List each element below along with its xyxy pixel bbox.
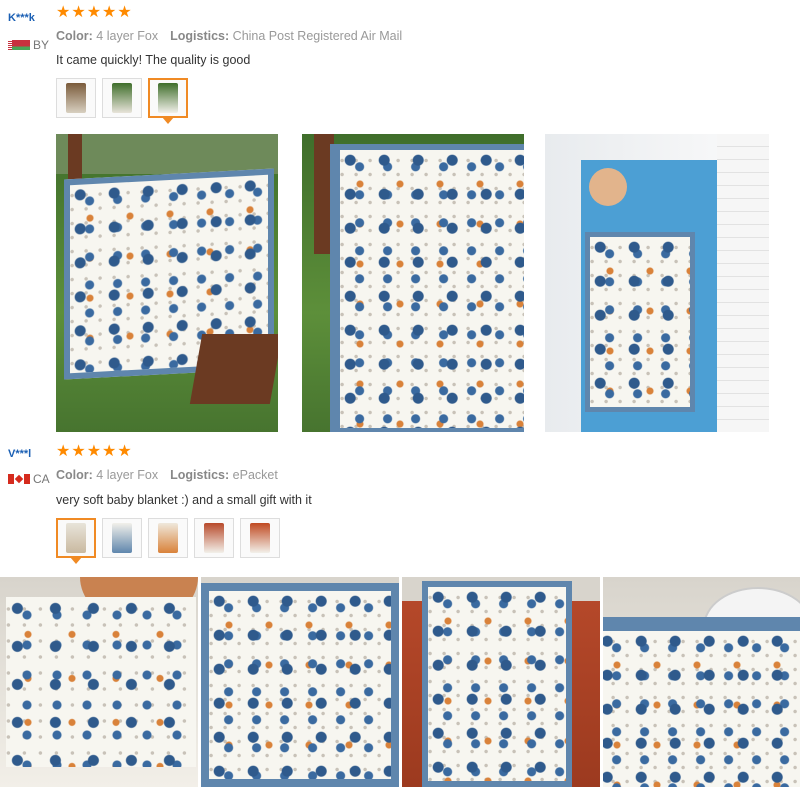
review-photos <box>0 134 800 432</box>
review-photo[interactable] <box>402 577 600 787</box>
country-code: BY <box>33 38 50 52</box>
review-photo[interactable] <box>545 134 769 432</box>
reviewer-country: BY <box>8 38 49 52</box>
star-rating: ★ ★ ★ ★ ★ <box>56 444 132 460</box>
thumbnail[interactable] <box>148 518 188 558</box>
review-photo[interactable] <box>302 134 524 432</box>
logistics-info: Logistics: China Post Registered Air Mai… <box>170 29 403 43</box>
review-comment: very soft baby blanket :) and a small gi… <box>56 493 312 507</box>
thumbnail[interactable] <box>102 518 142 558</box>
flag-by-icon <box>8 40 30 50</box>
star-icon: ★ <box>56 4 71 21</box>
reviewer-country: CA <box>8 472 50 486</box>
review-photo[interactable] <box>56 134 278 432</box>
reviewer-name[interactable]: K***k <box>8 12 35 24</box>
order-info: Color: 4 layer Fox Logistics: ePacket <box>56 468 278 482</box>
star-icon: ★ <box>86 4 102 21</box>
flag-ca-icon <box>8 474 30 484</box>
thumbnail[interactable] <box>102 78 142 118</box>
thumbnail-active[interactable] <box>148 78 188 124</box>
thumbnail-active[interactable] <box>56 518 96 564</box>
photo-thumbnails <box>56 78 188 124</box>
star-icon: ★ <box>71 443 86 460</box>
thumbnail[interactable] <box>56 78 96 118</box>
star-icon: ★ <box>71 4 86 21</box>
color-info: Color: 4 layer Fox <box>56 29 159 43</box>
thumbnail[interactable] <box>240 518 280 558</box>
review-photos <box>0 577 800 787</box>
review-photo[interactable] <box>0 577 198 787</box>
star-icon: ★ <box>117 4 132 21</box>
star-icon: ★ <box>102 443 117 460</box>
star-icon: ★ <box>102 4 117 21</box>
reviewer-name[interactable]: V***l <box>8 448 31 460</box>
thumbnail[interactable] <box>194 518 234 558</box>
color-info: Color: 4 layer Fox <box>56 468 159 482</box>
review-photo[interactable] <box>201 577 399 787</box>
star-icon: ★ <box>56 443 71 460</box>
review-comment: It came quickly! The quality is good <box>56 53 251 67</box>
star-icon: ★ <box>117 443 132 460</box>
logistics-info: Logistics: ePacket <box>170 468 278 482</box>
order-info: Color: 4 layer Fox Logistics: China Post… <box>56 29 402 43</box>
review-photo[interactable] <box>603 577 800 787</box>
star-icon: ★ <box>86 443 102 460</box>
star-rating: ★ ★ ★ ★ ★ <box>56 5 132 21</box>
country-code: CA <box>33 472 50 486</box>
photo-thumbnails <box>56 518 280 564</box>
